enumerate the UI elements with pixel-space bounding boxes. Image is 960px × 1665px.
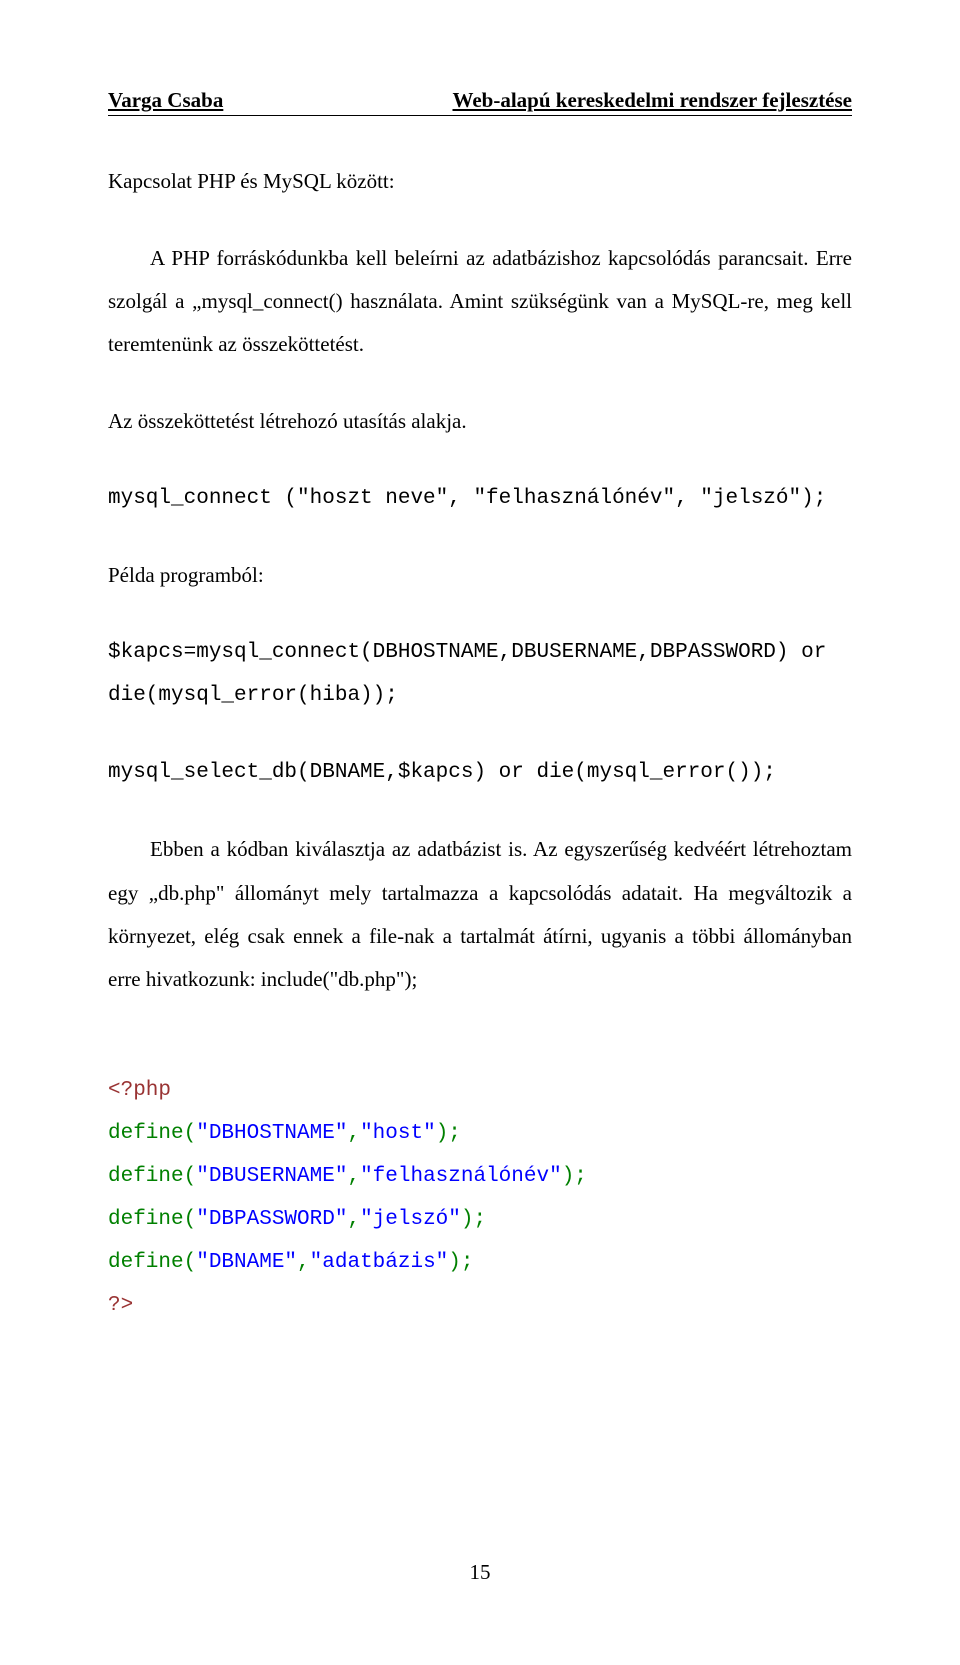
header-author: Varga Csaba [108, 88, 223, 113]
paragraph-dbphp: Ebben a kódban kiválasztja az adatbázist… [108, 828, 852, 1000]
php-define-dbpassword: define("DBPASSWORD","jelszó"); [108, 1198, 852, 1241]
code-line: $kapcs=mysql_connect(DBHOSTNAME,DBUSERNA… [108, 631, 852, 674]
code-line: die(mysql_error(hiba)); [108, 674, 852, 717]
line-example-intro: Példa programból: [108, 554, 852, 597]
page-number: 15 [0, 1560, 960, 1585]
php-open-tag: <?php [108, 1069, 852, 1112]
document-page: Varga Csaba Web-alapú kereskedelmi rends… [0, 0, 960, 1665]
php-define-dbname: define("DBNAME","adatbázis"); [108, 1241, 852, 1284]
code-mysql-connect-syntax: mysql_connect ("hoszt neve", "felhasznál… [108, 477, 852, 520]
php-close-tag: ?> [108, 1284, 852, 1327]
paragraph-intro: A PHP forráskódunkba kell beleírni az ad… [108, 237, 852, 366]
document-content: Kapcsolat PHP és MySQL között: A PHP for… [108, 160, 852, 1327]
code-mysql-select-db: mysql_select_db(DBNAME,$kapcs) or die(my… [108, 751, 852, 794]
page-header: Varga Csaba Web-alapú kereskedelmi rends… [108, 88, 852, 116]
header-title: Web-alapú kereskedelmi rendszer fejleszt… [452, 88, 852, 113]
spacer [108, 1035, 852, 1069]
php-define-dbusername: define("DBUSERNAME","felhasználónév"); [108, 1155, 852, 1198]
line-syntax-intro: Az összeköttetést létrehozó utasítás ala… [108, 400, 852, 443]
code-php-block: <?php define("DBHOSTNAME","host"); defin… [108, 1069, 852, 1327]
section-title: Kapcsolat PHP és MySQL között: [108, 160, 852, 203]
php-define-dbhostname: define("DBHOSTNAME","host"); [108, 1112, 852, 1155]
code-mysql-connect-example: $kapcs=mysql_connect(DBHOSTNAME,DBUSERNA… [108, 631, 852, 717]
